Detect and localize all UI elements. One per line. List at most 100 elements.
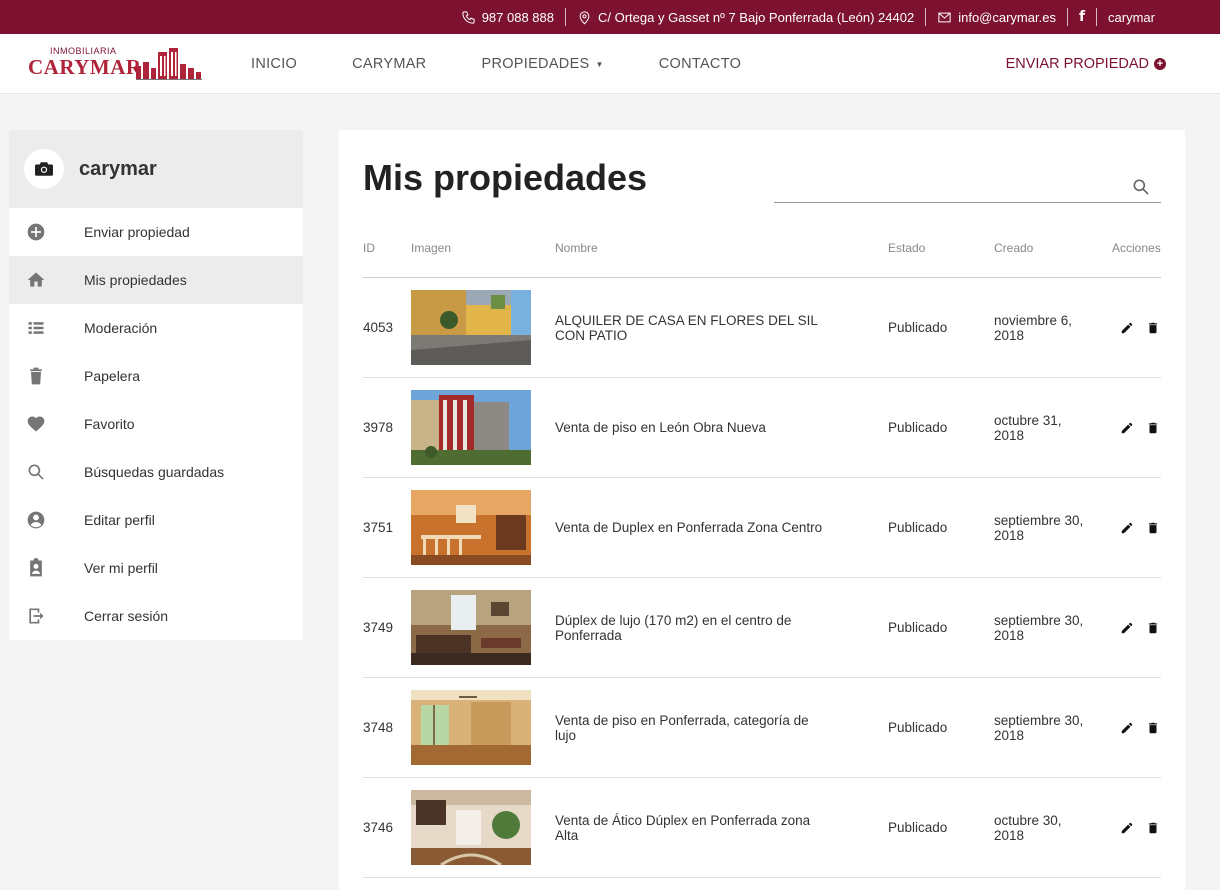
avatar[interactable] bbox=[24, 149, 64, 189]
delete-icon[interactable] bbox=[1146, 621, 1160, 635]
delete-icon[interactable] bbox=[1146, 321, 1160, 335]
row-thumbnail[interactable] bbox=[411, 478, 531, 577]
column-header-creado: Creado bbox=[994, 241, 1034, 255]
send-property-link[interactable]: ENVIAR PROPIEDAD + bbox=[1006, 34, 1166, 94]
search-icon[interactable] bbox=[1131, 177, 1151, 197]
sidebar-item-label: Búsquedas guardadas bbox=[84, 464, 225, 480]
row-actions bbox=[1120, 578, 1160, 677]
row-name[interactable]: Venta de Duplex en Ponferrada Zona Centr… bbox=[555, 478, 825, 577]
row-status: Publicado bbox=[888, 720, 948, 735]
row-thumbnail[interactable] bbox=[411, 578, 531, 677]
email-text: info@carymar.es bbox=[958, 9, 1056, 25]
main-nav: INICIO CARYMAR PROPIEDADES ▼ CONTACTO bbox=[251, 34, 796, 94]
row-created: noviembre 6, 2018 bbox=[994, 312, 1073, 343]
property-image bbox=[411, 690, 531, 765]
column-header-nombre: Nombre bbox=[555, 241, 598, 255]
edit-icon[interactable] bbox=[1120, 621, 1134, 635]
row-thumbnail[interactable] bbox=[411, 278, 531, 377]
row-created: octubre 31, 2018 bbox=[994, 412, 1062, 443]
address-link[interactable]: C/ Ortega y Gasset nº 7 Bajo Ponferrada … bbox=[566, 10, 925, 25]
edit-icon[interactable] bbox=[1120, 521, 1134, 535]
sidebar-item-moderacion[interactable]: Moderación bbox=[9, 304, 303, 352]
search-box bbox=[774, 172, 1161, 203]
facebook-link[interactable]: f bbox=[1068, 9, 1096, 25]
mail-icon bbox=[938, 12, 951, 22]
column-header-imagen: Imagen bbox=[411, 241, 452, 255]
site-logo[interactable]: INMOBILIARIA CARYMAR bbox=[28, 46, 203, 84]
sidebar-item-busquedas-guardadas[interactable]: Búsquedas guardadas bbox=[9, 448, 303, 496]
row-name[interactable]: Venta de piso en León Obra Nueva bbox=[555, 378, 825, 477]
row-status: Publicado bbox=[888, 520, 948, 535]
sidebar-item-mis-propiedades[interactable]: Mis propiedades bbox=[9, 256, 303, 304]
email-link[interactable]: info@carymar.es bbox=[926, 10, 1067, 25]
phone-icon bbox=[462, 10, 475, 24]
row-id: 3746 bbox=[363, 820, 394, 835]
facebook-icon: f bbox=[1078, 9, 1086, 25]
phone-link[interactable]: 987 088 888 bbox=[450, 10, 565, 25]
map-pin-icon bbox=[579, 10, 590, 24]
row-thumbnail[interactable] bbox=[411, 378, 531, 477]
table-header: ID Imagen Nombre Estado Creado Acciones bbox=[363, 230, 1161, 278]
profile-badge-icon bbox=[24, 556, 48, 580]
main-header: INMOBILIARIA CARYMAR INICIO CARYMAR PROP… bbox=[0, 34, 1220, 94]
table-row: 4053 ALQUILER DE CASA EN FLORES DEL SIL … bbox=[363, 278, 1161, 378]
edit-icon[interactable] bbox=[1120, 821, 1134, 835]
row-id: 3751 bbox=[363, 520, 394, 535]
row-name[interactable]: Dúplex de lujo (170 m2) en el centro de … bbox=[555, 578, 825, 677]
edit-icon[interactable] bbox=[1120, 421, 1134, 435]
plus-circle-icon: + bbox=[1154, 58, 1166, 70]
row-name[interactable]: ALQUILER DE CASA EN FLORES DEL SIL CON P… bbox=[555, 278, 825, 377]
logout-icon bbox=[24, 604, 48, 628]
nav-propiedades-label: PROPIEDADES bbox=[481, 56, 590, 72]
row-thumbnail[interactable] bbox=[411, 778, 531, 877]
nav-contacto[interactable]: CONTACTO bbox=[659, 56, 741, 72]
row-name[interactable]: Venta de Ático Dúplex en Ponferrada zona… bbox=[555, 778, 825, 877]
sidebar-item-ver-mi-perfil[interactable]: Ver mi perfil bbox=[9, 544, 303, 592]
row-name[interactable]: Venta de piso en Ponferrada, categoría d… bbox=[555, 678, 825, 777]
row-actions bbox=[1120, 278, 1160, 377]
heart-icon bbox=[24, 412, 48, 436]
nav-propiedades[interactable]: PROPIEDADES ▼ bbox=[481, 56, 603, 72]
row-status: Publicado bbox=[888, 820, 948, 835]
search-icon bbox=[24, 460, 48, 484]
property-image bbox=[411, 490, 531, 565]
nav-carymar[interactable]: CARYMAR bbox=[352, 56, 426, 72]
trash-icon bbox=[24, 364, 48, 388]
add-circle-icon bbox=[24, 220, 48, 244]
delete-icon[interactable] bbox=[1146, 721, 1160, 735]
sidebar-item-favorito[interactable]: Favorito bbox=[9, 400, 303, 448]
delete-icon[interactable] bbox=[1146, 521, 1160, 535]
sidebar-item-editar-perfil[interactable]: Editar perfil bbox=[9, 496, 303, 544]
delete-icon[interactable] bbox=[1146, 421, 1160, 435]
row-created: octubre 30, 2018 bbox=[994, 812, 1062, 843]
row-created: septiembre 30, 2018 bbox=[994, 612, 1084, 643]
sidebar-item-papelera[interactable]: Papelera bbox=[9, 352, 303, 400]
sidebar-item-label: Cerrar sesión bbox=[84, 608, 169, 624]
phone-text: 987 088 888 bbox=[481, 9, 554, 25]
edit-icon[interactable] bbox=[1120, 721, 1134, 735]
address-text: C/ Ortega y Gasset nº 7 Bajo Ponferrada … bbox=[598, 9, 915, 25]
main-content-card: Mis propiedades ID Imagen Nombre Estado … bbox=[339, 130, 1185, 890]
property-image bbox=[411, 790, 531, 865]
nav-inicio[interactable]: INICIO bbox=[251, 56, 297, 72]
search-input[interactable] bbox=[774, 172, 1118, 202]
sidebar-username: carymar bbox=[79, 157, 157, 180]
caret-down-icon: ▼ bbox=[595, 59, 604, 69]
delete-icon[interactable] bbox=[1146, 821, 1160, 835]
sidebar-item-label: Papelera bbox=[84, 368, 141, 384]
table-row: 3746 Venta de Ático Dúplex en Ponferrada… bbox=[363, 778, 1161, 878]
edit-icon[interactable] bbox=[1120, 321, 1134, 335]
property-image bbox=[411, 290, 531, 365]
row-thumbnail[interactable] bbox=[411, 678, 531, 777]
sidebar-item-enviar-propiedad[interactable]: Enviar propiedad bbox=[9, 208, 303, 256]
row-id: 3748 bbox=[363, 720, 394, 735]
column-header-acciones: Acciones bbox=[1112, 241, 1161, 255]
sidebar-item-label: Mis propiedades bbox=[84, 272, 187, 288]
user-account-text: carymar bbox=[1108, 9, 1155, 25]
table-row: 3748 Venta de piso en Ponferrada, catego… bbox=[363, 678, 1161, 778]
send-property-label: ENVIAR PROPIEDAD bbox=[1005, 56, 1149, 72]
property-image bbox=[411, 590, 531, 665]
sidebar-item-cerrar-sesion[interactable]: Cerrar sesión bbox=[9, 592, 303, 640]
user-account-link[interactable]: carymar bbox=[1097, 10, 1166, 25]
table-row: 3751 Venta de Duplex en Ponferrada Zona … bbox=[363, 478, 1161, 578]
